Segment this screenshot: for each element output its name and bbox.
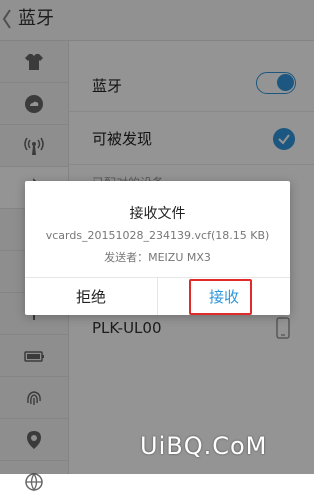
receive-file-dialog: 接收文件 vcards_20151028_234139.vcf(18.15 KB… (25, 181, 290, 315)
sender-name: MEIZU MX3 (148, 251, 211, 264)
reject-button[interactable]: 拒绝 (25, 278, 157, 315)
accept-button[interactable]: 接收 (158, 278, 290, 315)
sender-label: 发送者： (104, 251, 149, 264)
dialog-title: 接收文件 (129, 206, 186, 222)
watermark: UiBQ.CoM (140, 432, 268, 460)
file-name: vcards_20151028_234139.vcf(18.15 KB) (45, 229, 270, 242)
sender-line: 发送者：MEIZU MX3 (25, 249, 290, 265)
